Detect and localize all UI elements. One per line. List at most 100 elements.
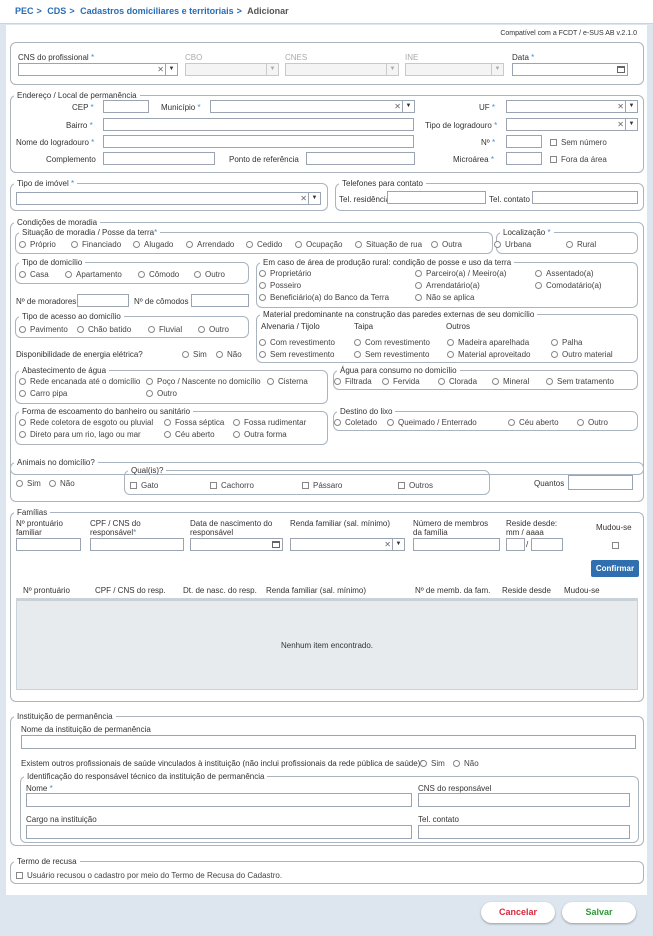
radio-filtrada[interactable]: Filtrada xyxy=(334,377,372,386)
radio-animais-nao[interactable]: Não xyxy=(49,479,75,488)
radio-alvenaria-sem[interactable]: Sem revestimento xyxy=(259,350,334,359)
radio-fossa-septica[interactable]: Fossa séptica xyxy=(164,418,224,427)
resp-cargo-input[interactable] xyxy=(26,825,412,839)
resp-tel-input[interactable] xyxy=(418,825,630,839)
radio-beneficiario[interactable]: Beneficiário(a) do Banco da Terra xyxy=(259,293,389,302)
radio-palha[interactable]: Palha xyxy=(551,338,582,347)
cep-input[interactable] xyxy=(103,100,149,113)
check-outros-animais[interactable]: Outros xyxy=(398,481,433,490)
radio-clorada[interactable]: Clorada xyxy=(438,377,477,386)
radio-cisterna[interactable]: Cisterna xyxy=(267,377,308,386)
radio-ceu-aberto-esgoto[interactable]: Céu aberto xyxy=(164,430,215,439)
tel-contato-input[interactable] xyxy=(532,191,638,204)
num-moradores-input[interactable] xyxy=(77,294,129,307)
complemento-input[interactable] xyxy=(103,152,215,165)
radio-sem-tratamento[interactable]: Sem tratamento xyxy=(546,377,614,386)
municipio-select[interactable]: ✕ ▼ xyxy=(210,100,415,113)
salvar-button[interactable]: Salvar xyxy=(562,902,636,923)
radio-rede-coletora[interactable]: Rede coletora de esgoto ou pluvial xyxy=(19,418,153,427)
prontuario-input[interactable] xyxy=(16,538,81,551)
confirmar-button[interactable]: Confirmar xyxy=(591,560,639,577)
check-gato[interactable]: Gato xyxy=(130,481,158,490)
cancelar-button[interactable]: Cancelar xyxy=(481,902,555,923)
radio-outro-acesso[interactable]: Outro xyxy=(198,325,229,334)
sem-numero-checkbox[interactable]: Sem número xyxy=(550,138,607,147)
radio-poco[interactable]: Poço / Nascente no domicílio xyxy=(146,377,261,386)
radio-fossa-rudimentar[interactable]: Fossa rudimentar xyxy=(233,418,306,427)
radio-assentado[interactable]: Assentado(a) xyxy=(535,269,594,278)
radio-direto-rio[interactable]: Direto para um rio, lago ou mar xyxy=(19,430,141,439)
radio-chao-batido[interactable]: Chão batido xyxy=(77,325,131,334)
radio-arrendatario[interactable]: Arrendatário(a) xyxy=(415,281,480,290)
calendar-icon[interactable] xyxy=(272,541,280,548)
radio-arrendado[interactable]: Arrendado xyxy=(186,240,234,249)
radio-casa[interactable]: Casa xyxy=(19,270,49,279)
cpf-cns-input[interactable] xyxy=(90,538,184,551)
breadcrumb-pec[interactable]: PEC xyxy=(15,6,34,16)
radio-proprietario[interactable]: Proprietário xyxy=(259,269,311,278)
fora-area-checkbox[interactable]: Fora da área xyxy=(550,155,607,164)
radio-outros-sim[interactable]: Sim xyxy=(420,759,445,768)
radio-material-aproveitado[interactable]: Material aproveitado xyxy=(447,350,530,359)
renda-select[interactable]: ✕ ▼ xyxy=(290,538,405,551)
tipo-imovel-select[interactable]: ✕ ▼ xyxy=(16,192,321,205)
breadcrumb-cadastros[interactable]: Cadastros domiciliares e territoriais xyxy=(80,6,234,16)
radio-outra[interactable]: Outra xyxy=(431,240,462,249)
radio-proprio[interactable]: Próprio xyxy=(19,240,56,249)
instituicao-nome-input[interactable] xyxy=(21,735,636,749)
radio-animais-sim[interactable]: Sim xyxy=(16,479,41,488)
tipo-logradouro-select[interactable]: ✕ ▼ xyxy=(506,118,638,131)
reside-mes-input[interactable] xyxy=(506,538,525,551)
tel-residencia-input[interactable] xyxy=(387,191,486,204)
radio-ocupacao[interactable]: Ocupação xyxy=(295,240,342,249)
mudou-se-checkbox[interactable] xyxy=(612,541,623,550)
reside-ano-input[interactable] xyxy=(531,538,563,551)
check-passaro[interactable]: Pássaro xyxy=(302,481,342,490)
radio-urbana[interactable]: Urbana xyxy=(494,240,531,249)
cns-prof-select[interactable]: ✕ ▼ xyxy=(18,63,178,76)
radio-outro-lixo[interactable]: Outro xyxy=(577,418,608,427)
radio-rede-encanada[interactable]: Rede encanada até o domicílio xyxy=(19,377,140,386)
radio-fluvial[interactable]: Fluvial xyxy=(148,325,182,334)
ponto-referencia-input[interactable] xyxy=(306,152,415,165)
recusa-checkbox[interactable]: Usuário recusou o cadastro por meio do T… xyxy=(16,871,282,880)
data-input[interactable] xyxy=(512,63,628,76)
radio-parceiro[interactable]: Parceiro(a) / Meeiro(a) xyxy=(415,269,506,278)
cnes-select[interactable]: ▼ xyxy=(285,63,399,76)
radio-carro-pipa[interactable]: Carro pipa xyxy=(19,389,67,398)
radio-outro-agua[interactable]: Outro xyxy=(146,389,177,398)
uf-select[interactable]: ✕ ▼ xyxy=(506,100,638,113)
ine-select[interactable]: ▼ xyxy=(405,63,504,76)
radio-comodo[interactable]: Cômodo xyxy=(138,270,179,279)
radio-financiado[interactable]: Financiado xyxy=(71,240,121,249)
check-cachorro[interactable]: Cachorro xyxy=(210,481,254,490)
cbo-select[interactable]: ▼ xyxy=(185,63,279,76)
radio-coletado[interactable]: Coletado xyxy=(334,418,377,427)
radio-apartamento[interactable]: Apartamento xyxy=(65,270,122,279)
radio-taipa-com[interactable]: Com revestimento xyxy=(354,338,430,347)
radio-ceu-aberto-lixo[interactable]: Céu aberto xyxy=(508,418,559,427)
radio-outro-domicilio[interactable]: Outro xyxy=(194,270,225,279)
calendar-icon[interactable] xyxy=(617,66,625,73)
radio-outros-nao[interactable]: Não xyxy=(453,759,479,768)
breadcrumb-cds[interactable]: CDS xyxy=(47,6,66,16)
bairro-input[interactable] xyxy=(103,118,414,131)
radio-cedido[interactable]: Cedido xyxy=(246,240,282,249)
numero-input[interactable] xyxy=(506,135,542,148)
radio-energia-nao[interactable]: Não xyxy=(216,350,242,359)
data-nascimento-input[interactable] xyxy=(190,538,283,551)
microarea-input[interactable] xyxy=(506,152,542,165)
radio-nao-se-aplica[interactable]: Não se aplica xyxy=(415,293,474,302)
radio-mineral[interactable]: Mineral xyxy=(492,377,529,386)
radio-madeira[interactable]: Madeira aparelhada xyxy=(447,338,529,347)
radio-rural[interactable]: Rural xyxy=(566,240,596,249)
radio-alugado[interactable]: Alugado xyxy=(133,240,173,249)
radio-queimado[interactable]: Queimado / Enterrado xyxy=(387,418,477,427)
radio-outro-material[interactable]: Outro material xyxy=(551,350,613,359)
radio-outra-forma[interactable]: Outra forma xyxy=(233,430,287,439)
num-comodos-input[interactable] xyxy=(191,294,249,307)
membros-input[interactable] xyxy=(413,538,500,551)
radio-taipa-sem[interactable]: Sem revestimento xyxy=(354,350,429,359)
quantos-input[interactable] xyxy=(568,475,633,490)
logradouro-input[interactable] xyxy=(103,135,414,148)
